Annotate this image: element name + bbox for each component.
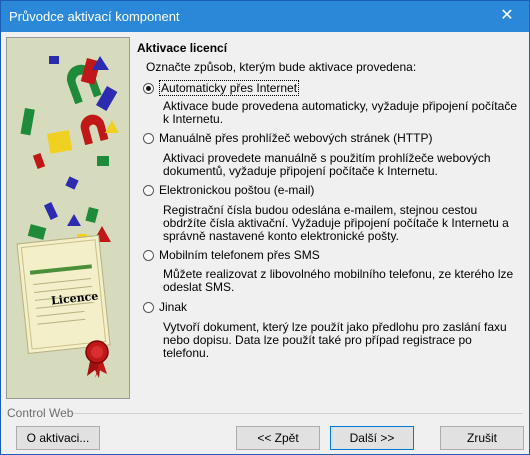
wizard-illustration: Licence (6, 37, 130, 399)
wizard-window: Průvodce aktivací komponent ✕ Licence Ak… (0, 0, 530, 455)
next-button[interactable]: Další >> (330, 426, 414, 450)
radio-other[interactable] (143, 301, 154, 313)
licence-artwork-icon (7, 38, 129, 398)
back-button[interactable]: << Zpět (236, 426, 320, 450)
intro-text: Označte způsob, kterým bude aktivace pro… (146, 60, 417, 74)
option-other-label[interactable]: Jinak (159, 300, 187, 314)
option-http-desc: Aktivaci provedete manuálně s použitím p… (163, 151, 491, 178)
about-button[interactable]: O aktivaci... (16, 426, 100, 450)
radio-http[interactable] (143, 132, 154, 144)
option-sms-label[interactable]: Mobilním telefonem přes SMS (159, 248, 320, 262)
page-content: Aktivace licencí (137, 41, 522, 61)
radio-sms[interactable] (143, 249, 154, 261)
option-other[interactable]: Jinak (143, 300, 187, 314)
option-email-label[interactable]: Elektronickou poštou (e-mail) (159, 183, 314, 197)
window-title: Průvodce aktivací komponent (9, 9, 180, 24)
footer-group-label: Control Web (7, 406, 74, 420)
title-bar[interactable]: Průvodce aktivací komponent ✕ (1, 1, 529, 32)
option-internet-desc: Aktivace bude provedena automaticky, vyž… (163, 99, 517, 126)
footer-divider (73, 413, 523, 414)
page-heading: Aktivace licencí (137, 41, 228, 55)
option-internet-label[interactable]: Automaticky přes Internet (159, 80, 300, 96)
cancel-button[interactable]: Zrušit (440, 426, 524, 450)
radio-email[interactable] (143, 184, 154, 196)
option-email-desc: Registrační čísla budou odeslána e-maile… (163, 203, 509, 243)
close-icon[interactable]: ✕ (485, 1, 529, 31)
option-internet[interactable]: Automaticky přes Internet (143, 80, 300, 96)
radio-internet[interactable] (143, 82, 154, 94)
option-other-desc: Vytvoří dokument, který lze použít jako … (163, 320, 507, 360)
option-email[interactable]: Elektronickou poštou (e-mail) (143, 183, 314, 197)
option-http[interactable]: Manuálně přes prohlížeč webových stránek… (143, 131, 432, 145)
option-http-label[interactable]: Manuálně přes prohlížeč webových stránek… (159, 131, 432, 145)
option-sms[interactable]: Mobilním telefonem přes SMS (143, 248, 320, 262)
option-sms-desc: Můžete realizovat z libovolného mobilníh… (163, 267, 514, 294)
